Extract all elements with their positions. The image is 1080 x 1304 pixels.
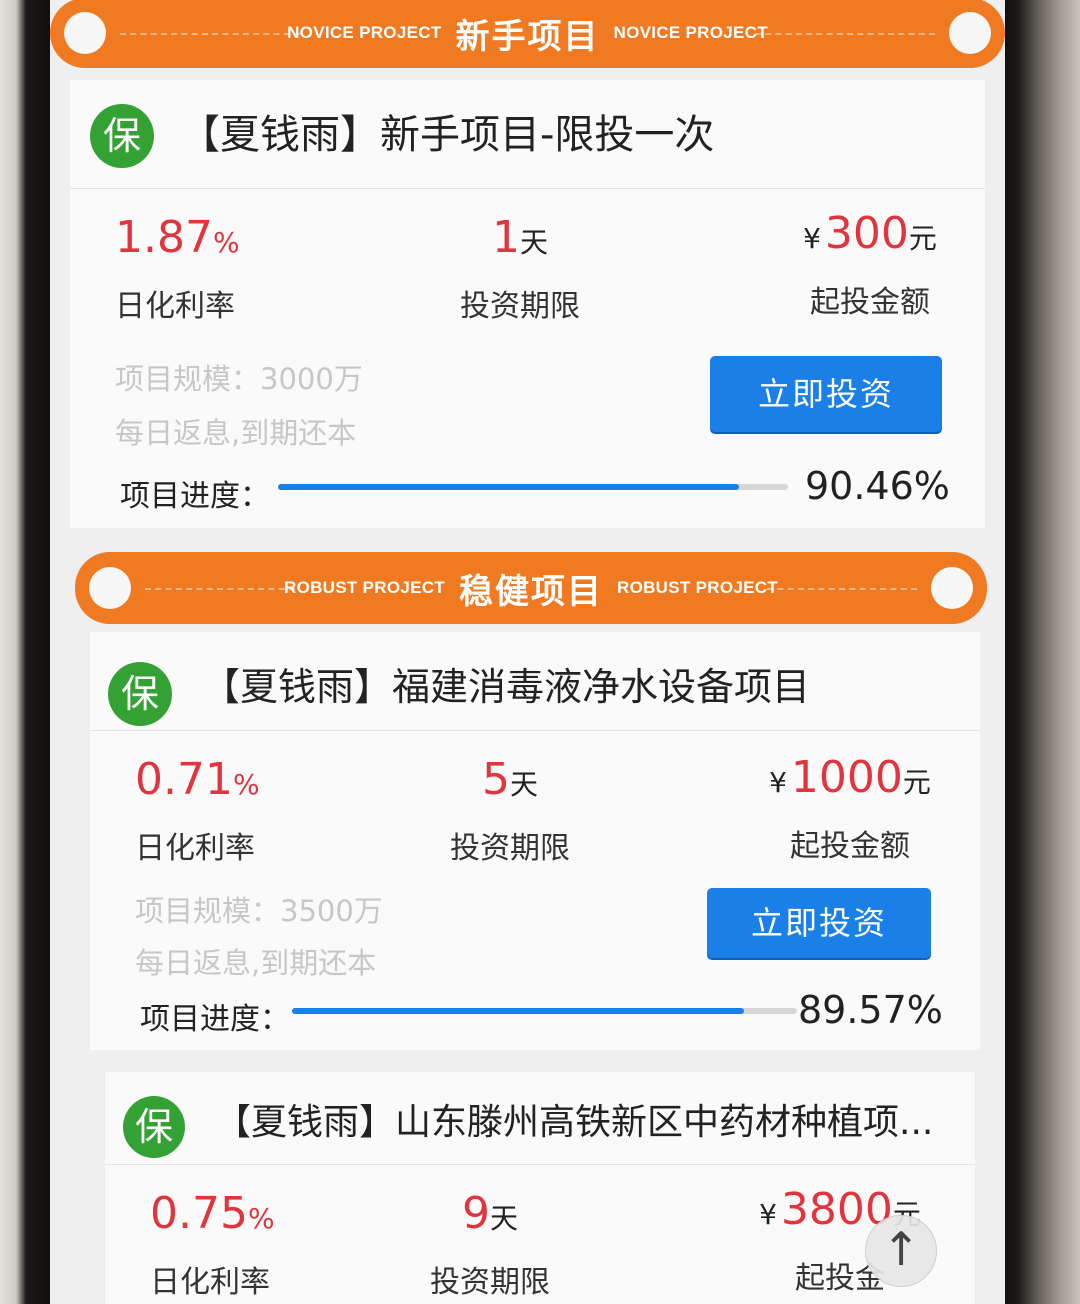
project-title[interactable]: 【夏钱雨】福建消毒液净水设备项目 [202,660,810,714]
banner-divider [755,33,935,35]
min-amount-stat: ¥1000元 起投金额 [720,750,980,865]
min-amount-unit: 元 [908,222,937,255]
banner-subtitle: ROBUST PROJECT [284,578,445,597]
progress-label: 项目进度： [120,479,270,514]
progress-percent: 89.57% [798,988,943,1032]
banner-divider [120,33,300,35]
project-card-header: 保 【夏钱雨】新手项目-限投一次 [70,80,985,189]
yen-symbol: ¥ [759,1198,777,1231]
section-title: 新手项目 [455,16,600,57]
project-card[interactable]: 保 【夏钱雨】新手项目-限投一次 1.87% 日化利率 1天 投资期限 ¥300… [70,80,985,528]
banner-subtitle: NOVICE PROJECT [613,23,768,42]
banner-subtitle: ROBUST PROJECT [617,578,778,597]
term-value: 5 [481,754,510,805]
term-stat: 9天 投资期限 [360,1186,620,1301]
term-unit: 天 [519,226,548,259]
min-amount-value: 300 [824,208,909,259]
project-card-header: 保 【夏钱雨】山东滕州高铁新区中药材种植项... [105,1072,975,1165]
min-amount-label: 起投金额 [790,829,910,864]
project-title[interactable]: 【夏钱雨】山东滕州高铁新区中药材种植项... [215,1096,933,1150]
term-label: 投资期限 [450,831,570,866]
back-to-top-icon[interactable]: ↑ [865,1215,937,1287]
guarantee-badge-icon: 保 [90,104,154,168]
phone-screen: NOVICE PROJECT 新手项目 NOVICE PROJECT 保 【夏钱… [50,0,1005,1304]
phone-bezel-left [0,0,55,1304]
daily-rate-unit: % [247,1202,275,1235]
term-stat: 5天 投资期限 [380,752,640,867]
project-card[interactable]: 保 【夏钱雨】福建消毒液净水设备项目 0.71% 日化利率 5天 投资期限 ¥1… [90,632,980,1050]
daily-rate-value: 1.87 [115,212,213,263]
min-amount-unit: 元 [902,766,931,799]
robust-section-banner: ROBUST PROJECT 稳健项目 ROBUST PROJECT [75,552,987,624]
term-label: 投资期限 [460,289,580,324]
term-value: 9 [461,1188,490,1239]
daily-rate-value: 0.75 [150,1188,248,1239]
progress-percent: 90.46% [805,464,950,508]
banner-divider [145,588,295,590]
yen-symbol: ¥ [803,222,821,255]
progress-label: 项目进度： [140,1002,290,1037]
term-label: 投资期限 [430,1265,550,1300]
section-title: 稳健项目 [459,571,603,612]
min-amount-value: 1000 [790,752,903,803]
repayment-method: 每日返息,到期还本 [135,946,377,980]
daily-rate-stat: 1.87% 日化利率 [115,210,375,325]
project-scale: 项目规模：3000万 [115,362,363,396]
daily-rate-stat: 0.71% 日化利率 [135,752,395,867]
project-card-header: 保 【夏钱雨】福建消毒液净水设备项目 [90,632,980,731]
project-scale: 项目规模：3500万 [135,894,383,928]
progress-bar [292,1008,797,1014]
invest-now-button[interactable]: 立即投资 [710,356,942,432]
min-amount-stat: ¥300元 起投金额 [740,206,1000,321]
guarantee-badge-icon: 保 [108,662,172,726]
daily-rate-value: 0.71 [135,754,233,805]
banner-subtitle: NOVICE PROJECT [287,23,442,42]
invest-now-button[interactable]: 立即投资 [707,888,931,958]
progress-bar-fill [292,1008,745,1014]
guarantee-badge-icon: 保 [123,1096,185,1158]
progress-bar-fill [278,484,740,490]
phone-bezel-right [1000,0,1080,1304]
daily-rate-label: 日化利率 [135,831,255,866]
banner-dot-left [89,567,131,609]
repayment-method: 每日返息,到期还本 [115,416,357,450]
banner-dot-left [64,12,106,54]
term-value: 1 [491,212,520,263]
term-stat: 1天 投资期限 [390,210,650,325]
min-amount-label: 起投金额 [810,285,930,320]
banner-dot-right [949,12,991,54]
daily-rate-label: 日化利率 [115,289,235,324]
banner-divider [767,588,917,590]
term-unit: 天 [509,768,538,801]
novice-section-banner: NOVICE PROJECT 新手项目 NOVICE PROJECT [50,0,1005,68]
daily-rate-unit: % [212,226,240,259]
yen-symbol: ¥ [769,766,787,799]
banner-dot-right [931,567,973,609]
progress-bar [278,484,788,490]
term-unit: 天 [489,1202,518,1235]
daily-rate-unit: % [232,768,260,801]
project-card[interactable]: 保 【夏钱雨】山东滕州高铁新区中药材种植项... 0.75% 日化利率 9天 投… [105,1072,975,1304]
project-title[interactable]: 【夏钱雨】新手项目-限投一次 [180,108,714,162]
